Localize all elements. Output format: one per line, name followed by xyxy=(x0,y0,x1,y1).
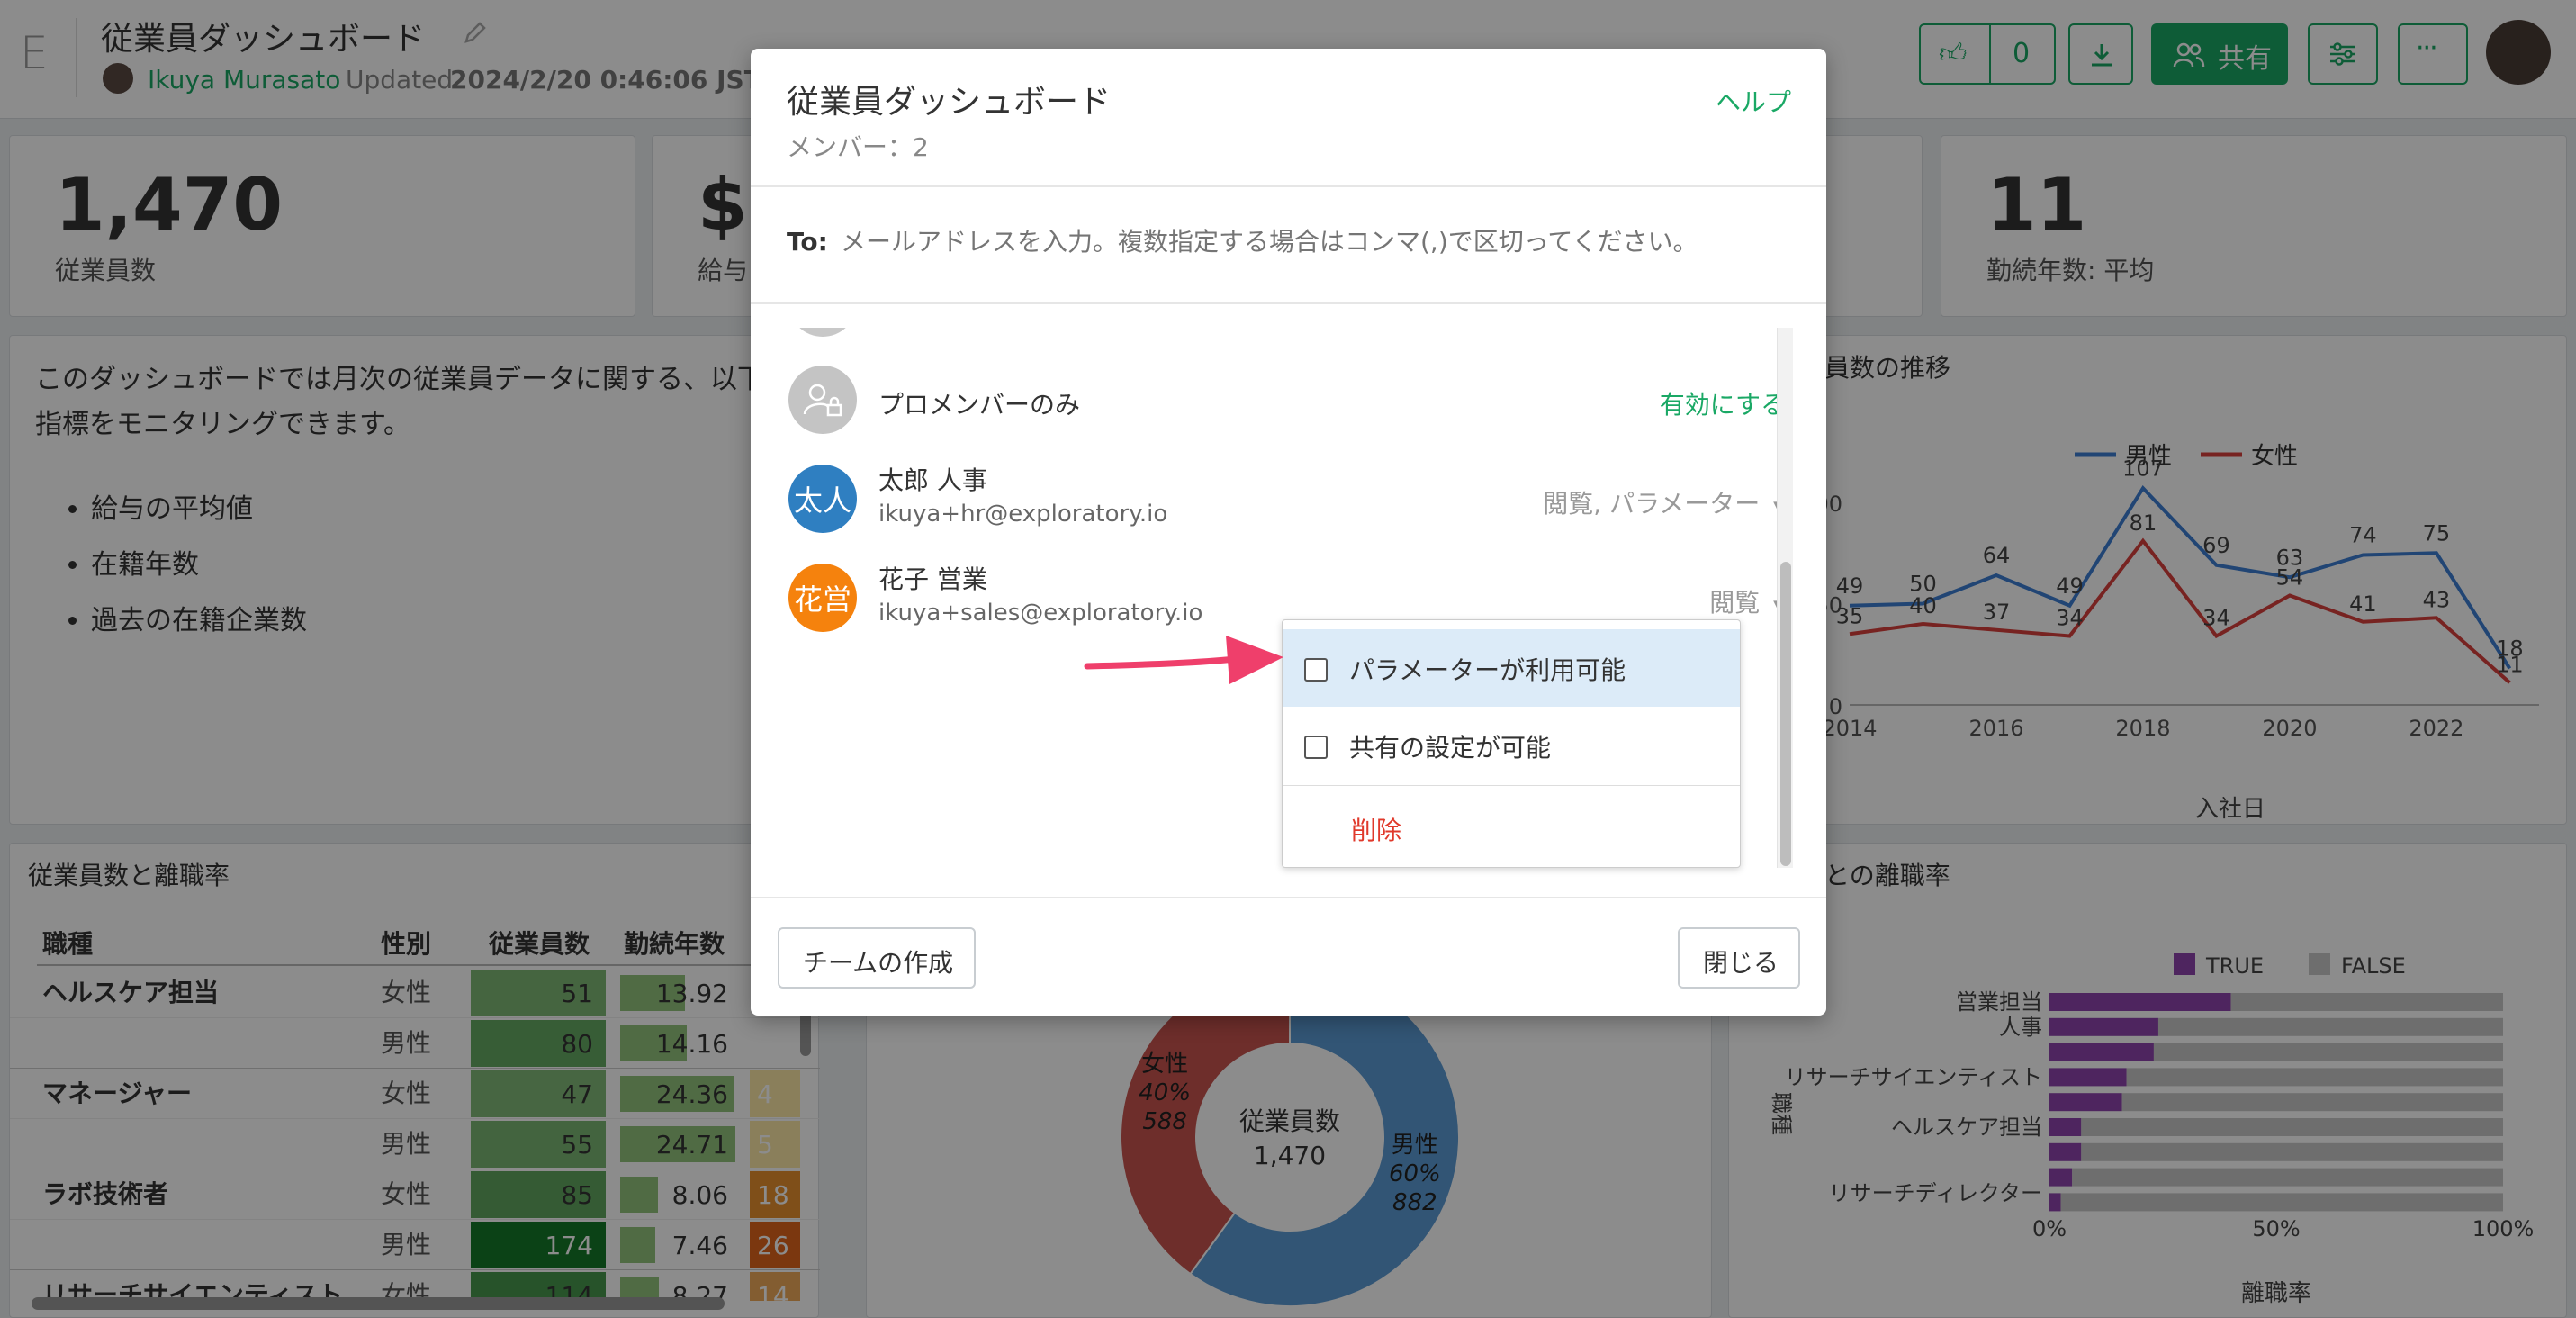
close-label: 閉じる xyxy=(1703,948,1779,978)
partial-avatar xyxy=(788,328,857,337)
annotation-arrow xyxy=(1084,636,1283,684)
member-row: 太人 太郎 人事 ikuya+hr@exploratory.io 閲覧, パラメ… xyxy=(751,465,1786,546)
pro-lock-icon xyxy=(788,366,857,434)
pro-members-label: プロメンバーのみ xyxy=(878,390,1081,420)
to-label: To: xyxy=(787,227,828,257)
permission-dropdown[interactable]: 閲覧 ▼ xyxy=(1709,583,1786,619)
permission-menu: パラメーターが利用可能 共有の設定が可能 削除 xyxy=(1282,619,1741,868)
email-input[interactable] xyxy=(841,216,1795,266)
member-avatar: 太人 xyxy=(788,465,857,533)
enable-link[interactable]: 有効にする xyxy=(1660,385,1786,421)
modal-divider-bottom xyxy=(751,897,1826,898)
member-email: ikuya+sales@exploratory.io xyxy=(878,600,1203,627)
member-name: 太郎 人事 xyxy=(878,465,987,495)
permission-value: 閲覧 xyxy=(1709,588,1761,618)
member-email: ikuya+hr@exploratory.io xyxy=(878,501,1168,528)
close-button[interactable]: 閉じる xyxy=(1678,927,1800,988)
menu-item-delete[interactable]: 削除 xyxy=(1351,811,1401,847)
member-avatar: 花営 xyxy=(788,564,857,632)
menu-item-label: 共有の設定が可能 xyxy=(1349,733,1552,763)
menu-item-share-settings[interactable]: 共有の設定が可能 xyxy=(1283,707,1740,786)
menu-item-parameters[interactable]: パラメーターが利用可能 xyxy=(1283,629,1740,707)
modal-title: 従業員ダッシュボード xyxy=(787,84,1112,121)
pro-members-row: プロメンバーのみ 有効にする xyxy=(751,366,1786,438)
permission-dropdown[interactable]: 閲覧, パラメーター ▼ xyxy=(1543,484,1786,520)
menu-item-label: パラメーターが利用可能 xyxy=(1349,655,1626,685)
share-modal: 従業員ダッシュボード メンバー：2 ヘルプ To: プロメンバーのみ 有効にする… xyxy=(751,49,1826,1016)
create-team-button[interactable]: チームの作成 xyxy=(778,927,976,988)
modal-members: メンバー：2 xyxy=(787,132,929,162)
permission-value: 閲覧, パラメーター xyxy=(1543,489,1761,519)
checkbox-parameters[interactable] xyxy=(1304,658,1328,682)
help-link[interactable]: ヘルプ xyxy=(1716,83,1791,119)
modal-divider-top xyxy=(751,185,1826,187)
checkbox-share-settings[interactable] xyxy=(1304,736,1328,759)
create-team-label: チームの作成 xyxy=(803,948,954,978)
modal-scrollbar-thumb[interactable] xyxy=(1780,562,1791,866)
member-name: 花子 営業 xyxy=(878,564,987,594)
modal-divider-to xyxy=(751,302,1826,304)
